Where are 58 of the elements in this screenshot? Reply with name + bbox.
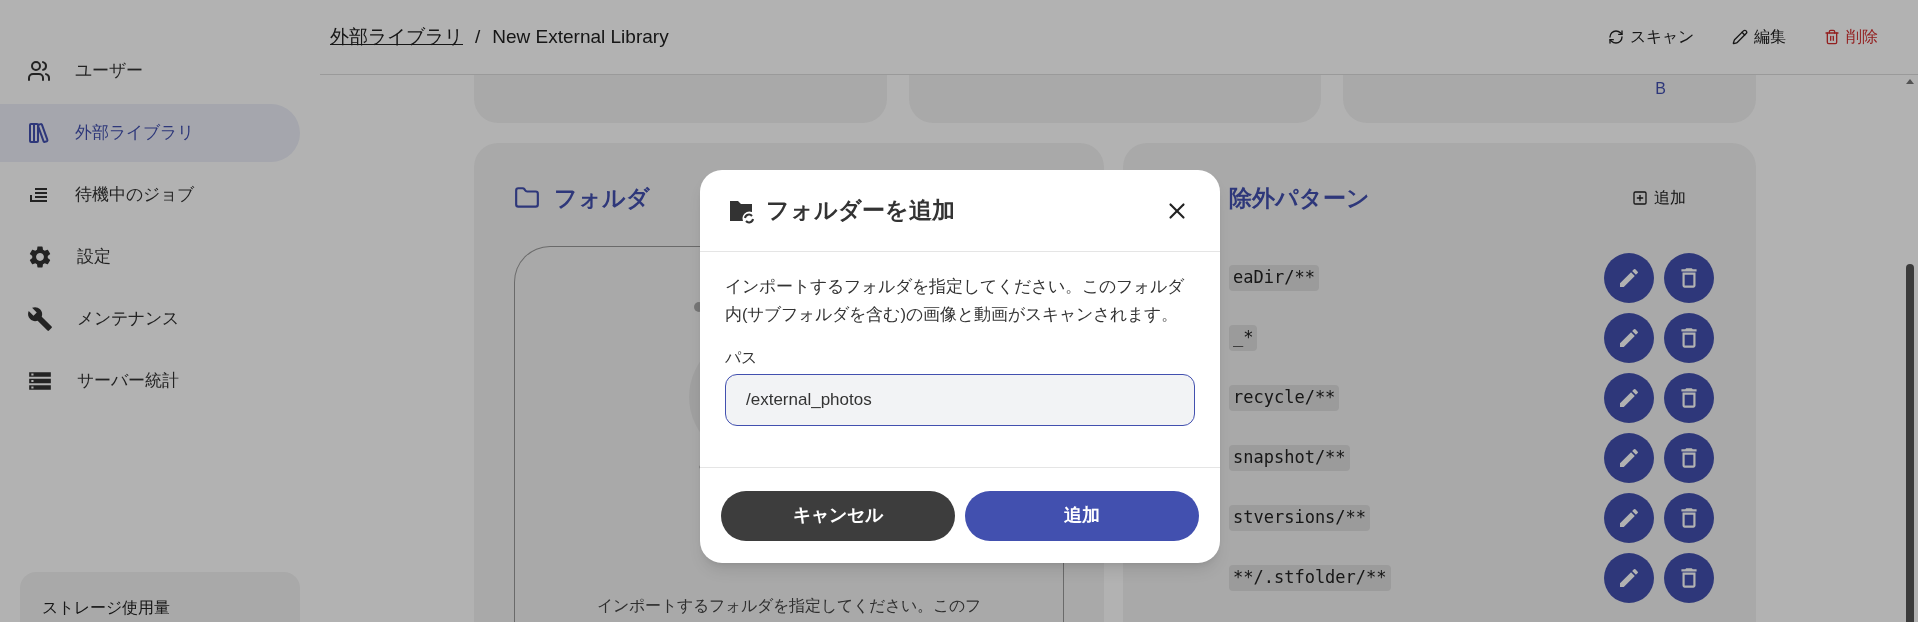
pattern-code: eaDir/**: [1229, 265, 1319, 291]
pencil-icon: [1732, 29, 1748, 45]
pencil-icon: [1617, 386, 1641, 410]
delete-button[interactable]: [1664, 313, 1714, 363]
plus-square-icon: [1632, 190, 1648, 206]
sidebar-item[interactable]: ユーザー: [0, 42, 300, 100]
delete-button[interactable]: [1664, 493, 1714, 543]
edit-button[interactable]: [1604, 313, 1654, 363]
add-pattern-button[interactable]: 追加: [1632, 186, 1686, 210]
pencil-icon: [1617, 506, 1641, 530]
pencil-icon: [1617, 566, 1641, 590]
delete-button[interactable]: [1664, 553, 1714, 603]
sidebar-item[interactable]: 外部ライブラリ: [0, 104, 300, 162]
pencil-icon: [1617, 446, 1641, 470]
toolbar-button[interactable]: 編集: [1732, 25, 1786, 49]
scrollbar-thumb[interactable]: [1906, 264, 1914, 622]
wrench-icon: [27, 306, 53, 332]
users-icon: [27, 59, 51, 83]
field-label: パス: [725, 348, 757, 368]
toolbar-button[interactable]: 削除: [1824, 25, 1878, 49]
refresh-icon: [1608, 29, 1624, 45]
delete-button[interactable]: [1664, 373, 1714, 423]
pattern-code: snapshot/**: [1229, 445, 1350, 471]
pattern-code: _*: [1229, 325, 1258, 351]
cancel-button[interactable]: キャンセル: [721, 490, 955, 541]
pencil-icon: [1617, 326, 1641, 350]
edit-button[interactable]: [1604, 253, 1654, 303]
page-title: New External Library: [492, 24, 669, 49]
delete-button[interactable]: [1664, 433, 1714, 483]
breadcrumb-separator: /: [475, 24, 481, 49]
sidebar-item[interactable]: 待機中のジョブ: [0, 166, 300, 224]
edit-button[interactable]: [1604, 553, 1654, 603]
edit-button[interactable]: [1604, 433, 1654, 483]
edit-button[interactable]: [1604, 493, 1654, 543]
dialog-description: インポートするフォルダを指定してください。このフォルダ内(サブフォルダを含む)の画像と動画がスキャンされます。: [725, 276, 1185, 325]
scroll-up-arrow[interactable]: [1906, 79, 1914, 84]
pencil-icon: [1617, 266, 1641, 290]
section-title: 除外パターン: [1229, 183, 1370, 213]
books-icon: [27, 121, 51, 145]
pattern-code: **/.stfolder/**: [1229, 565, 1391, 591]
stat-unit: B: [1655, 79, 1666, 99]
edit-button[interactable]: [1604, 373, 1654, 423]
storage-title: ストレージ使用量: [42, 599, 170, 616]
sidebar-item[interactable]: サーバー統計: [0, 352, 300, 410]
section-title: フォルダ: [554, 184, 650, 213]
path-field[interactable]: /external_photos: [725, 374, 1195, 426]
toolbar-button[interactable]: スキャン: [1608, 25, 1694, 49]
sidebar-item[interactable]: メンテナンス: [0, 290, 300, 348]
add-button[interactable]: 追加: [965, 490, 1199, 541]
breadcrumb-link[interactable]: 外部ライブラリ: [330, 22, 463, 52]
sidebar-item[interactable]: 設定: [0, 228, 300, 286]
empty-state-text: インポートするフォルダを指定してください。このフ: [597, 596, 981, 616]
dialog-title: フォルダーを追加: [766, 196, 955, 226]
settings-icon: [27, 244, 53, 270]
trash-icon: [1824, 29, 1840, 45]
pattern-code: recycle/**: [1229, 385, 1340, 411]
pattern-code: stversions/**: [1229, 505, 1371, 531]
delete-button[interactable]: [1664, 253, 1714, 303]
